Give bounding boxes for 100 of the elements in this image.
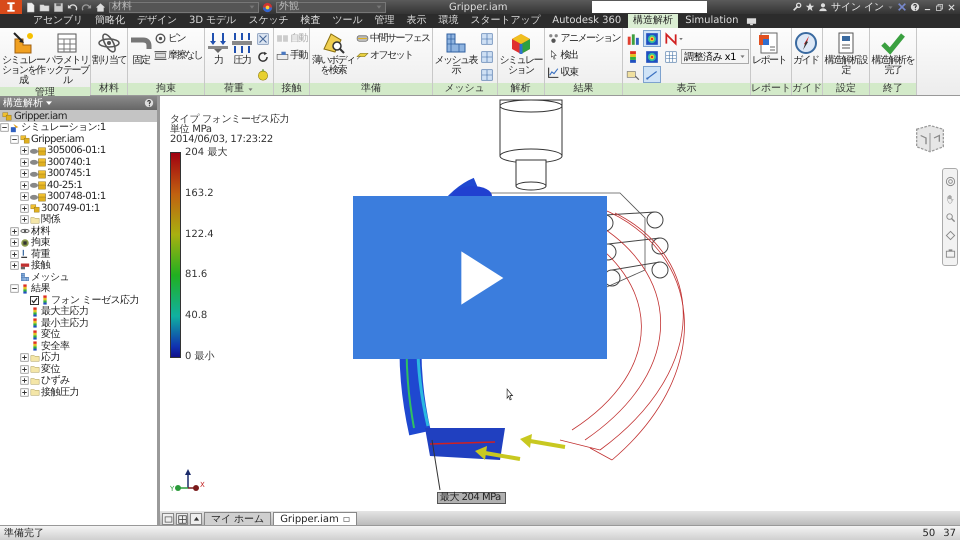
expand-icon[interactable] [20,364,29,374]
wheel-icon[interactable] [944,176,956,186]
tree-item[interactable]: 接触圧力 [41,386,79,398]
ribbon-button[interactable]: パラメトリックテーブル [45,30,89,87]
redo-icon[interactable] [81,2,92,12]
monitor-icon[interactable] [746,16,757,26]
tree-item[interactable]: 関係 [41,214,60,226]
hand-icon[interactable] [944,194,956,204]
ribbon-button[interactable]: ピン [153,30,203,46]
window-layout-button[interactable] [176,513,188,525]
sign-in-link[interactable]: サイン イン [830,0,884,14]
collapse-icon[interactable] [10,284,19,294]
ribbon-button[interactable]: 割り当て [92,30,126,67]
expand-icon[interactable] [20,158,29,167]
ribbon-tab[interactable]: デザイン [132,14,182,28]
ribbon-button[interactable]: 圧力 [230,30,254,67]
tree-item[interactable]: 材料 [31,226,50,237]
close-icon[interactable] [947,2,956,12]
ribbon-button[interactable]: シミュレーションを作成 [1,30,45,87]
ribbon-button[interactable]: ガイド [792,30,818,67]
document-tab[interactable]: マイ ホーム [204,512,272,525]
ribbon-tab[interactable]: 簡略化 [90,14,130,28]
ribbon-tab[interactable]: 管理 [369,14,400,28]
play-button[interactable] [353,196,607,359]
expand-icon[interactable] [20,388,29,397]
caret-icon[interactable] [247,86,254,92]
tree-item[interactable]: 300740:1 [47,156,91,168]
search-field[interactable] [592,1,707,13]
user-icon[interactable] [818,2,828,12]
tree-item[interactable]: 接触 [31,260,50,272]
wrench-icon[interactable] [792,2,802,12]
expand-icon[interactable] [10,226,19,236]
tree-item[interactable]: 変位 [41,329,60,340]
expand-icon[interactable] [10,250,19,259]
collapse-icon[interactable] [10,134,19,144]
tree-item[interactable]: シミュレーション:1 [21,122,106,134]
expand-icon[interactable] [20,215,29,224]
ribbon-button[interactable]: シミュレーション [498,30,542,77]
ribbon-tab[interactable]: スケッチ [243,14,294,28]
browser-title-menu[interactable]: 構造解析 [3,96,53,110]
tree-item[interactable]: メッシュ [31,272,69,283]
window-layout-button[interactable] [190,513,202,525]
ribbon-button[interactable]: レポート [752,30,786,67]
ribbon-tab[interactable]: スタートアップ [465,14,546,28]
expand-icon[interactable] [20,180,29,190]
ribbon-button[interactable]: メッシュ表示 [434,30,478,77]
expand-icon[interactable] [20,146,29,156]
ribbon-button[interactable]: 手動 [275,47,308,63]
tree-item[interactable]: フォン ミーゼス応力 [51,294,140,306]
ribbon-tab[interactable]: 環境 [433,14,464,28]
home-icon[interactable] [95,2,106,12]
tree-item[interactable]: 変位 [41,364,60,375]
ribbon-tab[interactable]: ツール [327,14,368,28]
ribbon-button[interactable]: アニメーション [546,30,621,46]
expand-icon[interactable] [20,376,29,386]
expand-icon[interactable] [20,353,29,362]
tree-item[interactable]: 応力 [41,352,60,364]
window-layout-button[interactable] [162,513,174,525]
view-cube-icon[interactable] [914,123,946,153]
ribbon-button[interactable]: 摩擦なし [153,47,203,63]
tree-item[interactable]: 安全率 [41,340,70,352]
ribbon-button[interactable]: 力 [206,30,230,67]
ribbon-button[interactable]: オフセット [355,47,430,63]
ribbon-button[interactable]: 薄いボディを検索 [311,30,355,77]
caret-icon[interactable] [887,4,894,10]
expand-icon[interactable] [10,261,19,270]
restore-icon[interactable] [935,2,944,12]
tree-item[interactable]: Gripper.iam [31,134,84,145]
expand-icon[interactable] [10,238,19,248]
ribbon-tab[interactable]: 構造解析 [628,14,678,28]
appearance-dropdown[interactable]: 外観 [276,2,386,12]
tree-item[interactable]: 305006-01:1 [47,145,106,156]
ribbon-button[interactable]: 収束 [546,64,621,80]
ribbon-icon-button[interactable] [643,48,661,65]
collapse-icon[interactable] [0,123,9,132]
ribbon-tab[interactable]: 3D モデル [184,14,242,28]
tree-item[interactable]: ひずみ [41,375,70,386]
expand-icon[interactable] [20,169,29,178]
ribbon-button[interactable]: 中間サーフェス [355,30,430,46]
ribbon-button[interactable]: 構造解析設定 [824,30,868,77]
tree-item[interactable]: Gripper.iam [14,110,68,122]
ribbon-tab[interactable]: アセンブリ [28,14,88,28]
checkbox[interactable] [30,296,39,305]
zoom-icon[interactable] [944,212,956,222]
tree-item[interactable]: 300749-01:1 [41,202,100,214]
scale-dropdown[interactable]: 調整済み x1 [681,49,749,64]
ribbon-button[interactable]: 検出 [546,47,621,63]
material-dropdown[interactable]: 材料 [109,2,259,12]
tree-item[interactable]: 結果 [31,283,50,294]
help-icon[interactable] [910,2,920,12]
help-icon[interactable] [144,98,154,108]
orbit-icon[interactable] [944,230,956,240]
tree-item[interactable]: 40-25:1 [47,180,82,191]
expand-icon[interactable] [20,192,29,202]
ribbon-icon-button[interactable] [643,30,661,47]
ribbon-tab[interactable]: 検査 [295,14,326,28]
ribbon-button[interactable]: 固定 [129,30,153,67]
tree-item[interactable]: 荷重 [31,248,50,260]
ribbon-tab[interactable]: Autodesk 360 [547,14,626,28]
undo-icon[interactable] [67,2,78,12]
